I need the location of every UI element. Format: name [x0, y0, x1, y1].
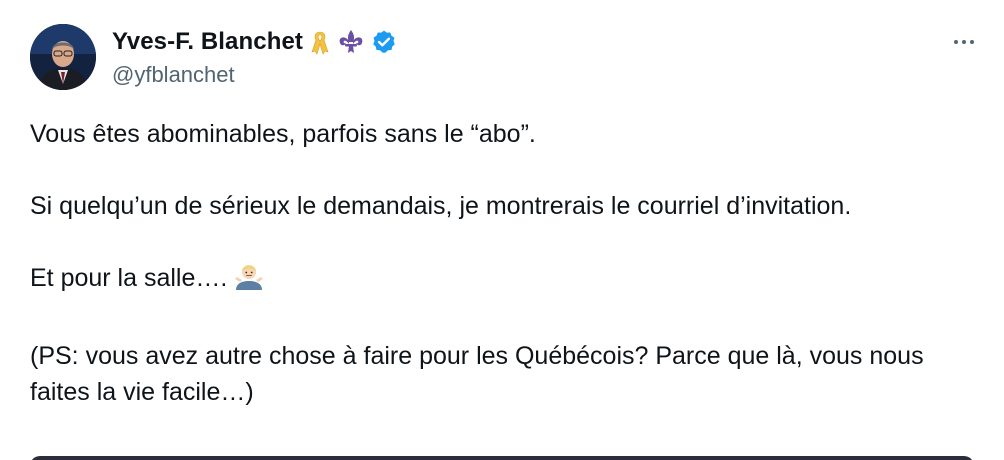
- author-avatar[interactable]: [30, 24, 96, 90]
- verified-badge-icon[interactable]: [371, 29, 397, 55]
- more-options-icon: [962, 40, 966, 44]
- media-attachment-edge[interactable]: [30, 456, 974, 460]
- tweet-paragraph-1: Vous êtes abominables, parfois sans le “…: [30, 120, 536, 148]
- fleur-de-lis-icon: [337, 29, 365, 55]
- person-shrugging-emoji: [233, 260, 265, 302]
- tweet-card: Yves-F. Blanchet @yfblanchet Vous êtes a…: [0, 0, 1004, 460]
- author-name-row: Yves-F. Blanchet: [112, 26, 397, 58]
- tweet-paragraph-3: Et pour la salle….: [30, 260, 980, 302]
- tweet-paragraph-4: (PS: vous avez autre chose à faire pour …: [30, 342, 924, 406]
- more-options-icon: [970, 40, 974, 44]
- more-options-icon: [954, 40, 958, 44]
- tweet-text: Vous êtes abominables, parfois sans le “…: [30, 116, 980, 410]
- awareness-ribbon-icon: [309, 29, 331, 55]
- tweet-header: Yves-F. Blanchet @yfblanchet: [112, 26, 397, 88]
- author-handle[interactable]: @yfblanchet: [112, 62, 397, 88]
- more-options-button[interactable]: [946, 30, 982, 54]
- tweet-paragraph-3-text: Et pour la salle….: [30, 264, 228, 292]
- author-display-name[interactable]: Yves-F. Blanchet: [112, 28, 303, 56]
- tweet-paragraph-2: Si quelqu’un de sérieux le demandais, je…: [30, 192, 852, 220]
- avatar-image: [30, 24, 96, 90]
